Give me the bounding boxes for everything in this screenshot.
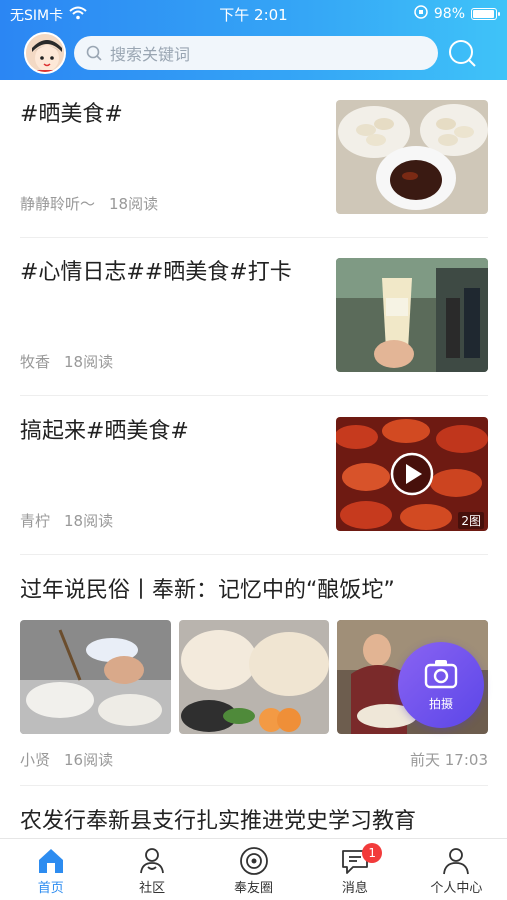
feed-item[interactable]: #心情日志##晒美食#打卡 牧香 18阅读 xyxy=(20,258,488,396)
circle-icon xyxy=(239,847,268,875)
feed-item-author: 小贤 xyxy=(20,751,51,769)
search-placeholder: 搜索关键词 xyxy=(110,45,191,64)
community-icon xyxy=(140,848,165,874)
tab-profile[interactable]: 个人中心 xyxy=(406,839,507,900)
feed-item-reads: 18阅读 xyxy=(64,353,114,371)
feed-item-meta: 青柠 18阅读 xyxy=(20,510,113,531)
feed-item-reads: 18阅读 xyxy=(109,195,159,213)
search-icon xyxy=(449,40,476,67)
tab-label: 消息 xyxy=(341,881,368,896)
feed-item-meta: 小贤 16阅读 xyxy=(20,749,113,770)
feed-item-author: 青柠 xyxy=(20,512,51,530)
street-drink-image xyxy=(336,258,488,372)
feed-item[interactable]: 农发行奉新县支行扎实推进党史学习教育 xyxy=(20,807,488,838)
battery-percent: 98% xyxy=(433,6,465,22)
feed-item-thumbnail[interactable] xyxy=(336,100,488,214)
feed-item[interactable]: 搞起来#晒美食# 青柠 18阅读 2图 xyxy=(20,417,488,555)
feed-item-thumbnail[interactable]: 2图 xyxy=(336,417,488,531)
feed-item-reads: 16阅读 xyxy=(64,751,114,769)
feed-item-author: 牧香 xyxy=(20,353,51,371)
battery-icon xyxy=(471,8,500,20)
tab-label: 首页 xyxy=(37,881,64,896)
app-header: 无SIM卡 下午 2:01 98% 搜索关键词 xyxy=(0,0,507,80)
feed-item-reads: 18阅读 xyxy=(64,512,114,530)
user-avatar[interactable] xyxy=(24,32,66,74)
camera-button-label: 拍摄 xyxy=(428,696,453,711)
orientation-lock-icon xyxy=(414,5,428,23)
feed-item-author: 静静聆听～ xyxy=(20,195,96,213)
feed-item-title: 农发行奉新县支行扎实推进党史学习教育 xyxy=(20,809,417,834)
feed-item-thumbnail[interactable] xyxy=(336,258,488,372)
home-icon xyxy=(38,849,63,873)
gallery-image[interactable] xyxy=(20,620,171,734)
tab-label: 奉友圈 xyxy=(234,881,274,896)
feed-item-meta: 牧香 18阅读 xyxy=(20,351,113,372)
search-icon xyxy=(86,45,102,61)
dumplings-image xyxy=(336,100,488,214)
profile-icon xyxy=(443,848,470,875)
tab-label: 个人中心 xyxy=(430,881,483,896)
avatar-face-icon xyxy=(26,34,64,72)
tab-home[interactable]: 首页 xyxy=(0,839,101,900)
tab-label: 社区 xyxy=(139,881,166,896)
feed-item[interactable]: #晒美食# 静静聆听～ 18阅读 xyxy=(20,100,488,238)
rice-cake-image-1 xyxy=(20,620,171,734)
rice-cake-image-2 xyxy=(178,620,330,734)
tab-community[interactable]: 社区 xyxy=(101,839,202,900)
gallery-image[interactable] xyxy=(178,620,330,734)
feed-item-title: 过年说民俗丨奉新：记忆中的“酿饭坨” xyxy=(20,578,395,603)
bottom-tab-bar: 首页 社区 奉友圈 消息 1 个人中心 xyxy=(0,838,507,900)
tab-messages[interactable]: 消息 1 xyxy=(304,839,405,900)
image-count-badge: 2图 xyxy=(458,512,484,529)
search-button[interactable] xyxy=(447,38,477,68)
camera-button[interactable]: 拍摄 xyxy=(398,642,484,728)
message-count-badge: 1 xyxy=(362,843,383,863)
feed-item-meta: 静静聆听～ 18阅读 xyxy=(20,193,158,214)
feed-item-time: 前天 17:03 xyxy=(410,751,488,769)
status-bar: 无SIM卡 下午 2:01 98% xyxy=(0,0,507,28)
search-input[interactable]: 搜索关键词 xyxy=(74,36,438,70)
status-right: 98% xyxy=(414,5,500,23)
camera-icon xyxy=(424,659,458,688)
battery-fill xyxy=(473,10,494,18)
tab-circle[interactable]: 奉友圈 xyxy=(203,839,304,900)
